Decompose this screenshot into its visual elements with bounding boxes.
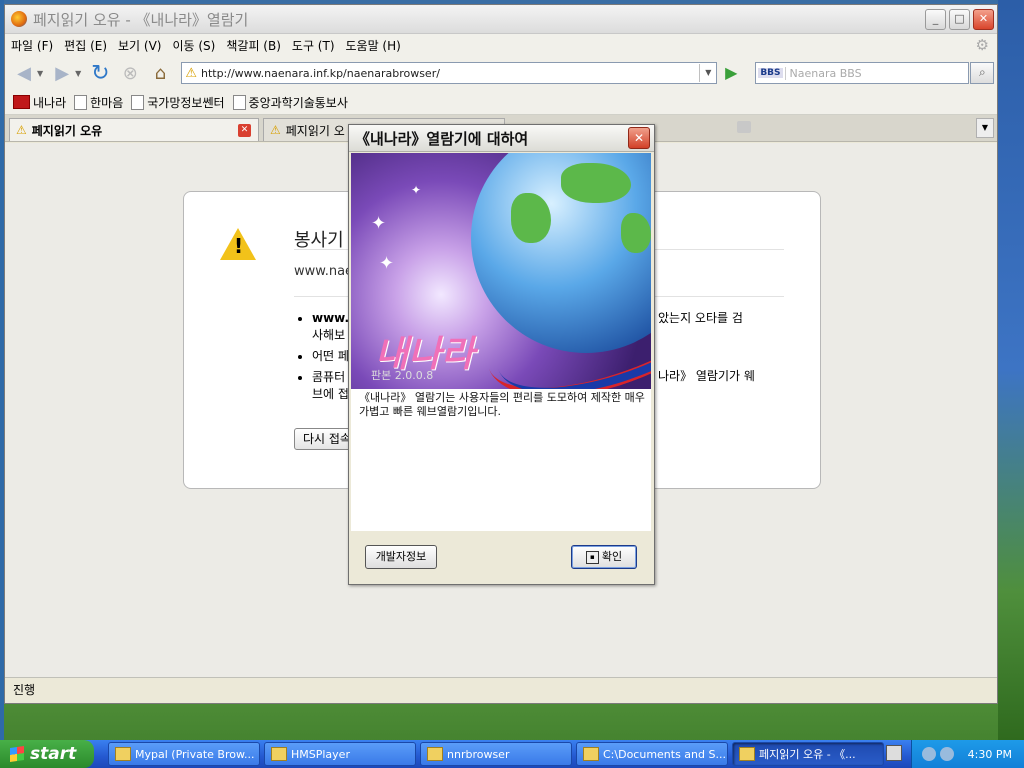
menu-tools[interactable]: 도구 (T) <box>292 37 335 54</box>
error-text-right: 나라》 열람기가 웨 <box>658 369 755 383</box>
search-icon[interactable]: ⌕ <box>970 62 995 84</box>
windows-flag-icon <box>10 746 24 762</box>
page-icon <box>232 94 246 110</box>
close-tab-icon[interactable] <box>737 121 751 133</box>
network-icon[interactable] <box>921 747 936 761</box>
sparkle-icon: ✦ <box>379 253 395 274</box>
throbber-icon: ⚙ <box>975 36 989 54</box>
page-icon <box>131 94 145 110</box>
stop-icon[interactable]: ⊗ <box>117 60 143 86</box>
back-arrow-icon[interactable]: ◀ <box>11 60 37 86</box>
search-engine-selector[interactable]: BBS <box>758 68 783 78</box>
close-window-button[interactable]: ✕ <box>973 8 994 30</box>
error-address: www.nae <box>294 264 354 279</box>
about-dialog: 《내나라》열람기에 대하여 ✕ ✦ ✦ ✦ 내나라 판본 2.0.0.8 《내나… <box>348 124 655 585</box>
warning-icon: ⚠ <box>16 123 27 137</box>
start-button[interactable]: start <box>0 740 94 768</box>
go-arrow-icon[interactable]: ▶ <box>721 63 741 83</box>
close-dialog-button[interactable]: ✕ <box>628 127 650 149</box>
volume-icon[interactable] <box>939 747 954 761</box>
back-history-dropdown-icon[interactable]: ▼ <box>37 69 43 78</box>
menu-file[interactable]: 파일 (F) <box>11 37 53 54</box>
taskbar: start Mypal (Private Brow... HMSPlayer n… <box>0 740 1024 768</box>
maximize-button[interactable]: □ <box>949 8 970 30</box>
taskbar-item-hmsplayer[interactable]: HMSPlayer <box>264 742 416 766</box>
app-icon <box>115 747 131 761</box>
developer-info-button[interactable]: 개발자정보 <box>365 545 437 569</box>
menu-go[interactable]: 이동 (S) <box>172 37 215 54</box>
tab-active[interactable]: ⚠ 페지읽기 오유 ✕ <box>9 118 259 141</box>
land-shape <box>621 213 651 253</box>
error-text-right: 았는지 오타를 검 <box>658 311 743 325</box>
reload-icon[interactable]: ↻ <box>87 60 113 86</box>
clock: 4:30 PM <box>967 747 1012 761</box>
menu-view[interactable]: 보기 (V) <box>118 37 161 54</box>
status-text: 진행 <box>13 682 36 697</box>
bookmark-national-network[interactable]: 국가망정보쎈터 <box>131 94 225 111</box>
tab-list-dropdown-icon[interactable]: ▼ <box>976 118 994 138</box>
url-dropdown-icon[interactable]: ▼ <box>699 64 716 82</box>
system-tray: 4:30 PM <box>911 740 1024 768</box>
land-shape <box>511 193 551 243</box>
warning-icon: ⚠ <box>270 123 281 137</box>
keyboard-icon[interactable] <box>886 745 902 761</box>
ok-button[interactable]: ▪ 확인 <box>571 545 637 569</box>
window-title: 페지읽기 오유 - 《내나라》열람기 <box>33 10 249 29</box>
dialog-description: 《내나라》 열람기는 사용자들의 편리를 도모하여 제작한 매우 가볍고 빠른 … <box>359 391 645 418</box>
forward-history-dropdown-icon[interactable]: ▼ <box>75 69 81 78</box>
url-bar[interactable]: ⚠ http://www.naenara.inf.kp/naenarabrows… <box>181 62 718 84</box>
taskbar-item-browser[interactable]: 페지읽기 오유 - 《... <box>732 742 884 766</box>
version-label: 판본 2.0.0.8 <box>371 369 434 382</box>
sparkle-icon: ✦ <box>411 183 422 197</box>
tab-label: 페지읽기 오유 <box>31 123 103 138</box>
dialog-description-box: 《내나라》 열람기는 사용자들의 편리를 도모하여 제작한 매우 가볍고 빠른 … <box>351 389 651 531</box>
menu-bookmarks[interactable]: 책갈피 (B) <box>226 37 281 54</box>
title-bar: 페지읽기 오유 - 《내나라》열람기 _ □ ✕ <box>5 5 997 34</box>
bookmarks-toolbar: 내나라 한마음 국가망정보쎈터 중앙과학기술통보사 <box>5 90 997 115</box>
bookmark-naenara[interactable]: 내나라 <box>13 94 66 111</box>
ok-icon: ▪ <box>585 550 599 564</box>
navigation-toolbar: ◀ ▼ ▶ ▼ ↻ ⊗ ⌂ ⚠ http://www.naenara.inf.k… <box>5 56 997 90</box>
folder-icon <box>427 747 443 761</box>
desktop-background <box>998 0 1024 740</box>
taskbar-item-7zip[interactable]: C:\Documents and S... <box>576 742 728 766</box>
menu-edit[interactable]: 편집 (E) <box>64 37 107 54</box>
splash-image: ✦ ✦ ✦ 내나라 판본 2.0.0.8 <box>351 153 651 389</box>
search-input[interactable]: Naenara BBS <box>784 66 969 80</box>
bookmark-science-news[interactable]: 중앙과학기술통보사 <box>232 94 348 111</box>
url-text[interactable]: http://www.naenara.inf.kp/naenarabrowser… <box>201 67 699 80</box>
error-warning-icon: ! <box>220 228 256 260</box>
menu-help[interactable]: 도움말 (H) <box>346 37 401 54</box>
home-icon[interactable]: ⌂ <box>147 60 173 86</box>
forward-arrow-icon[interactable]: ▶ <box>49 60 75 86</box>
naenara-logo-icon <box>13 95 30 109</box>
dialog-button-row: 개발자정보 ▪ 확인 <box>351 531 651 581</box>
land-shape <box>561 163 631 203</box>
folder-icon <box>271 747 287 761</box>
sparkle-icon: ✦ <box>371 213 387 234</box>
dialog-title-bar: 《내나라》열람기에 대하여 ✕ <box>349 125 654 152</box>
taskbar-item-nnrbrowser[interactable]: nnrbrowser <box>420 742 572 766</box>
minimize-button[interactable]: _ <box>925 8 946 30</box>
archive-icon <box>583 747 599 761</box>
warning-icon: ⚠ <box>185 65 197 81</box>
search-box[interactable]: BBS Naenara BBS <box>755 62 970 84</box>
taskbar-item-mypal[interactable]: Mypal (Private Brow... <box>108 742 260 766</box>
dialog-title: 《내나라》열람기에 대하여 <box>355 129 529 148</box>
page-icon <box>74 94 88 110</box>
bookmark-hanmaum[interactable]: 한마음 <box>74 94 123 111</box>
firefox-logo-icon <box>11 11 27 27</box>
status-bar: 진행 <box>5 677 997 700</box>
close-tab-icon[interactable]: ✕ <box>238 123 251 137</box>
menu-bar: 파일 (F) 편집 (E) 보기 (V) 이동 (S) 책갈피 (B) 도구 (… <box>5 34 997 56</box>
firefox-logo-icon <box>739 747 755 761</box>
